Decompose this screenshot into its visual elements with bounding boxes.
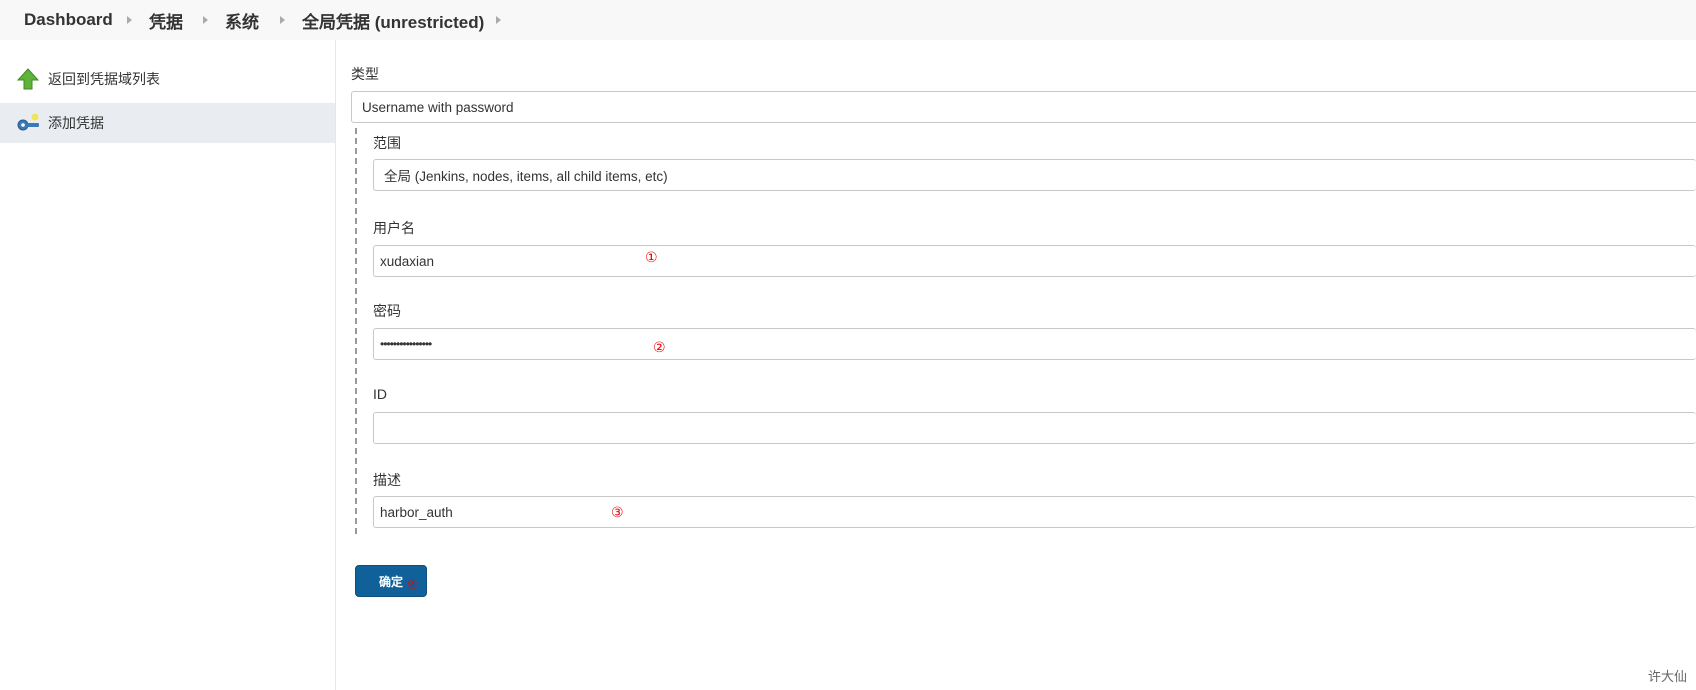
breadcrumb-separator-icon[interactable]	[127, 16, 132, 24]
password-label: 密码	[373, 303, 401, 319]
breadcrumb-separator-icon[interactable]	[496, 16, 501, 24]
breadcrumb-system[interactable]: 系统	[225, 8, 259, 33]
username-input[interactable]	[373, 245, 1696, 277]
breadcrumb-separator-icon[interactable]	[280, 16, 285, 24]
nested-section-divider	[355, 128, 357, 534]
annotation-3: ③	[611, 505, 624, 521]
id-label: ID	[373, 386, 387, 402]
sidebar: 返回到凭据域列表 添加凭据	[0, 40, 336, 690]
kind-label: 类型	[351, 66, 379, 82]
sidebar-item-back-to-domains[interactable]: 返回到凭据域列表	[0, 59, 335, 99]
scope-label: 范围	[373, 135, 401, 151]
up-arrow-icon	[16, 67, 40, 91]
sidebar-item-label: 添加凭据	[48, 115, 104, 131]
breadcrumb-credentials[interactable]: 凭据	[149, 8, 183, 33]
breadcrumb-separator-icon[interactable]	[203, 16, 208, 24]
description-input[interactable]	[373, 496, 1696, 528]
id-input[interactable]	[373, 412, 1696, 444]
annotation-2: ②	[653, 340, 666, 356]
sidebar-item-add-credentials[interactable]: 添加凭据	[0, 103, 335, 143]
key-icon	[16, 111, 40, 135]
ok-button-label: 确定	[378, 574, 403, 589]
annotation-4: ④	[407, 578, 419, 593]
scope-select[interactable]: 全局 (Jenkins, nodes, items, all child ite…	[373, 159, 1696, 191]
breadcrumb-dashboard[interactable]: Dashboard	[24, 10, 113, 30]
kind-select[interactable]: Username with password	[351, 91, 1696, 123]
description-label: 描述	[373, 472, 401, 488]
sidebar-item-label: 返回到凭据域列表	[48, 71, 160, 87]
annotation-1: ①	[645, 250, 658, 266]
breadcrumb-global-credentials[interactable]: 全局凭据 (unrestricted)	[302, 8, 484, 33]
password-input[interactable]: ••••••••••••••••	[373, 328, 1696, 360]
watermark: 许大仙	[1648, 669, 1688, 684]
username-label: 用户名	[373, 220, 415, 236]
breadcrumb: Dashboard 凭据 系统 全局凭据 (unrestricted)	[0, 0, 1696, 40]
